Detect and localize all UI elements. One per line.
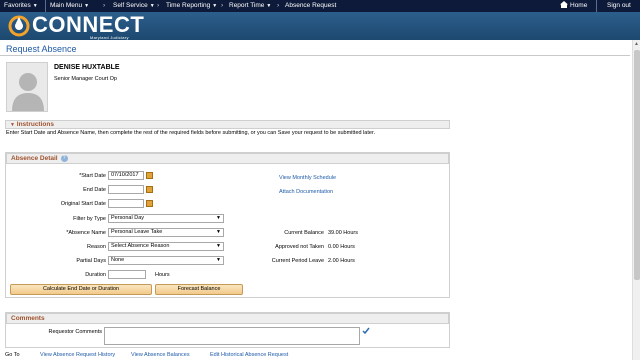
calendar-icon[interactable] (146, 200, 153, 207)
breadcrumb-separator-icon: › (103, 2, 106, 9)
end-date-field[interactable] (108, 185, 144, 194)
nav-divider (596, 0, 597, 12)
avatar (6, 62, 48, 112)
favorites-label: Favorites (4, 2, 31, 9)
page-title: Request Absence (6, 44, 77, 54)
absence-name-value: Personal Leave Take (111, 229, 163, 235)
forecast-balance-button[interactable]: Forecast Balance (155, 284, 243, 295)
reason-select[interactable]: Select Absence Reason ▼ (108, 242, 224, 251)
top-nav-bar: Favorites ▼ Main Menu ▼ › Self Service ▼ › … (0, 0, 640, 12)
breadcrumb-time-reporting[interactable]: Time Reporting ▼ (166, 0, 217, 12)
connect-logo-icon (8, 15, 30, 37)
partial-days-label: Partial Days (76, 258, 106, 264)
duration-label: Duration (85, 272, 106, 278)
current-period-leave-label: Current Period Leave (271, 258, 324, 264)
chevron-down-icon: ▼ (266, 3, 272, 9)
partial-days-select[interactable]: None ▼ (108, 256, 224, 265)
absence-history-link[interactable]: View Absence Request History (40, 352, 115, 358)
home-label: Home (570, 2, 588, 9)
calendar-icon[interactable] (146, 172, 153, 179)
absence-balances-link[interactable]: View Absence Balances (131, 352, 190, 358)
main-menu-label: Main Menu (50, 2, 83, 9)
duration-unit: Hours (155, 272, 170, 278)
breadcrumb-label: Self Service (113, 2, 148, 9)
home-icon (560, 1, 568, 8)
chevron-down-icon: ▼ (212, 3, 218, 9)
dropdown-arrow-icon: ▼ (216, 229, 221, 235)
breadcrumb-label: Time Reporting (166, 2, 211, 9)
current-balance-value: 39.00 Hours (328, 230, 358, 236)
comments-title: Comments (11, 315, 45, 322)
filter-by-type-select[interactable]: Personal Day ▼ (108, 214, 224, 223)
employee-name: DENISE HUXTABLE (54, 64, 120, 71)
favorites-menu[interactable]: Favorites ▼ (4, 0, 38, 12)
dropdown-arrow-icon: ▼ (216, 215, 221, 221)
dropdown-arrow-icon: ▼ (216, 243, 221, 249)
reason-label: Reason (87, 244, 106, 250)
breadcrumb-self-service[interactable]: Self Service ▼ (113, 0, 155, 12)
chevron-down-icon: ▼ (84, 3, 90, 9)
home-link[interactable]: Home (560, 0, 587, 12)
instructions-title: Instructions (16, 121, 54, 128)
approved-not-taken-value: 0.00 Hours (328, 244, 355, 250)
filter-by-type-value: Personal Day (111, 215, 145, 221)
approved-not-taken-label: Approved not Taken (275, 244, 324, 250)
absence-detail-header: Absence Detail? (6, 153, 449, 164)
end-date-label: End Date (83, 187, 106, 193)
instructions-text: Enter Start Date and Absence Name, then … (6, 130, 376, 136)
scroll-up-icon[interactable]: ▲ (634, 41, 639, 47)
breadcrumb-report-time[interactable]: Report Time ▼ (229, 0, 271, 12)
calendar-icon[interactable] (146, 186, 153, 193)
breadcrumb-separator-icon: › (221, 2, 224, 9)
partial-days-value: None (111, 257, 125, 263)
absence-name-label: *Absence Name (66, 230, 106, 236)
start-date-field[interactable]: 07/10/2017 (108, 171, 144, 180)
edit-historical-absence-link[interactable]: Edit Historical Absence Request (210, 352, 288, 358)
requestor-comments-label: Requestor Comments (48, 329, 103, 335)
comments-header: Comments (6, 313, 449, 324)
nav-divider (45, 0, 46, 12)
brand-subtitle: Maryland Judiciary (90, 35, 129, 40)
requestor-comments-textarea[interactable] (104, 327, 360, 345)
duration-field[interactable] (108, 270, 146, 279)
start-date-label: *Start Date (79, 173, 106, 179)
scrollbar-thumb[interactable] (634, 50, 640, 280)
page-scrollbar[interactable]: ▲ (632, 40, 640, 360)
dropdown-arrow-icon: ▼ (216, 257, 221, 263)
person-silhouette-icon (12, 73, 44, 111)
absence-detail-title: Absence Detail (11, 155, 58, 162)
chevron-down-icon: ▼ (32, 3, 38, 9)
current-period-leave-value: 2.00 Hours (328, 258, 355, 264)
filter-by-type-label: Filter by Type (73, 216, 106, 222)
employee-title: Senior Manager Court Op (54, 76, 117, 82)
chevron-down-icon: ▼ (149, 3, 155, 9)
goto-label: Go To (5, 352, 20, 358)
sign-out-link[interactable]: Sign out (607, 0, 631, 12)
breadcrumb-label: Report Time (229, 2, 265, 9)
breadcrumb-separator-icon: › (277, 2, 280, 9)
instructions-header[interactable]: ▼ Instructions (5, 120, 450, 129)
breadcrumb-separator-icon: › (157, 2, 160, 9)
original-start-date-label: Original Start Date (60, 201, 106, 207)
view-monthly-schedule-link[interactable]: View Monthly Schedule (279, 175, 336, 181)
breadcrumb-absence-request: Absence Request (285, 2, 337, 9)
original-start-date-field[interactable] (108, 199, 144, 208)
current-balance-label: Current Balance (284, 230, 324, 236)
main-menu[interactable]: Main Menu ▼ (50, 0, 89, 12)
title-divider (0, 55, 630, 56)
footer-links: Go To View Absence Request History View … (5, 352, 288, 358)
reason-value: Select Absence Reason (111, 243, 170, 249)
spell-check-icon[interactable] (362, 327, 370, 335)
attach-documentation-link[interactable]: Attach Documentation (279, 189, 333, 195)
calculate-end-date-button[interactable]: Calculate End Date or Duration (10, 284, 152, 295)
help-icon[interactable]: ? (60, 154, 68, 162)
absence-name-select[interactable]: Personal Leave Take ▼ (108, 228, 224, 237)
collapse-triangle-icon: ▼ (10, 122, 15, 128)
